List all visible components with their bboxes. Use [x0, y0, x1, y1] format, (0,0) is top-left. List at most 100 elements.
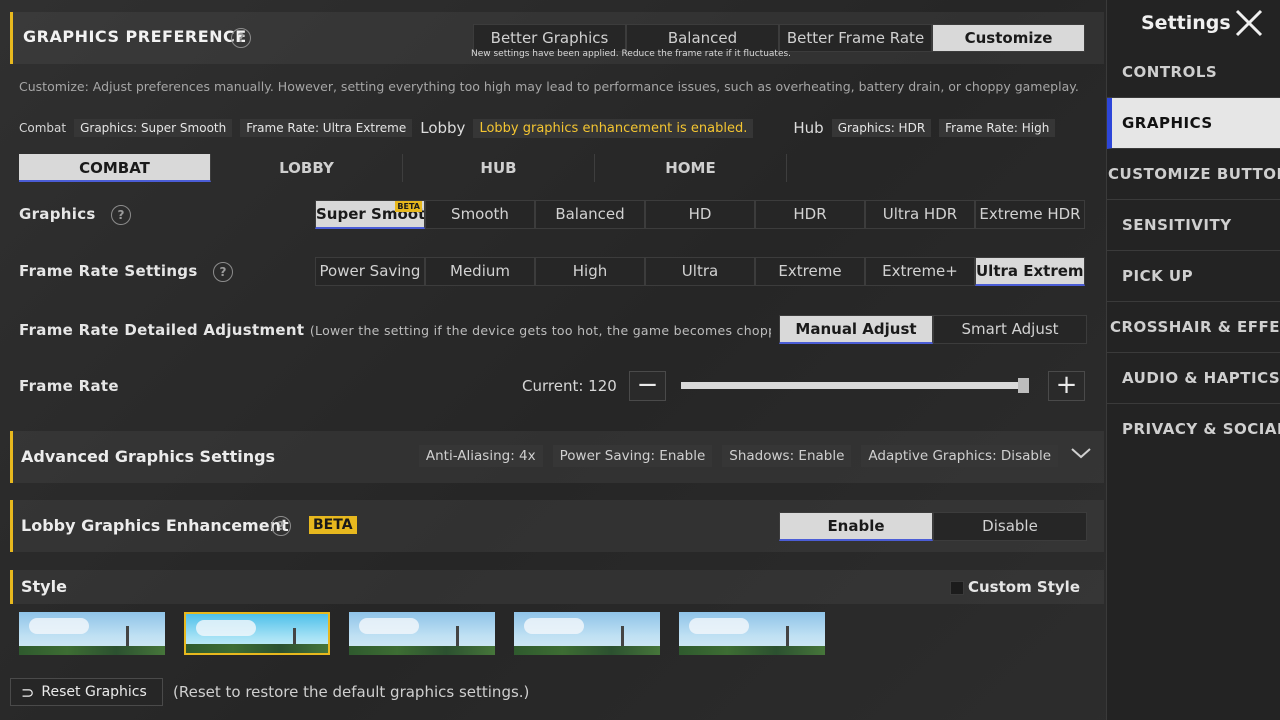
applied-note: New settings have been applied. Reduce t… — [471, 49, 792, 59]
custom-style-checkbox[interactable] — [950, 581, 964, 595]
mode-tabs: COMBAT LOBBY HUB HOME — [19, 154, 787, 182]
tab-better-graphics[interactable]: Better Graphics — [473, 24, 626, 52]
style-bar: Style Custom Style — [10, 570, 1104, 604]
frame-rate-settings-row-label: Frame Rate Settings ? — [19, 262, 234, 282]
graphics-option-ultra-hdr[interactable]: Ultra HDR — [865, 200, 975, 229]
tab-lobby[interactable]: LOBBY — [211, 154, 403, 182]
frame-rate-decrease-button[interactable]: − — [629, 371, 666, 401]
sidebar-item-customize-buttons[interactable]: CUSTOMIZE BUTTONS — [1107, 149, 1280, 200]
customize-description: Customize: Adjust preferences manually. … — [19, 79, 1079, 94]
sidebar-item-pick-up[interactable]: PICK UP — [1107, 251, 1280, 302]
sidebar-item-crosshair-effects[interactable]: CROSSHAIR & EFFECTS — [1107, 302, 1280, 353]
tab-home[interactable]: HOME — [595, 154, 787, 182]
help-icon[interactable]: ? — [111, 205, 132, 225]
detailed-adjustment-note: (Lower the setting if the device gets to… — [309, 323, 771, 338]
frame-rate-settings-label: Frame Rate Settings — [19, 262, 198, 280]
sidebar-item-privacy-social[interactable]: PRIVACY & SOCIAL — [1107, 404, 1280, 455]
sidebar-item-sensitivity[interactable]: SENSITIVITY — [1107, 200, 1280, 251]
sidebar-item-graphics[interactable]: GRAPHICS — [1107, 98, 1280, 149]
tab-combat[interactable]: COMBAT — [19, 154, 211, 182]
chip-power-saving: Power Saving: Enable — [552, 445, 713, 467]
graphics-option-hdr[interactable]: HDR — [755, 200, 865, 229]
tab-better-frame-rate[interactable]: Better Frame Rate — [779, 24, 932, 52]
sidebar-item-controls[interactable]: CONTROLS — [1107, 47, 1280, 98]
summary-hub-frame: Frame Rate: High — [939, 119, 1056, 137]
tab-customize[interactable]: Customize — [932, 24, 1085, 52]
frame-rate-slider-fill — [681, 382, 1029, 389]
help-icon[interactable]: ? — [213, 262, 234, 282]
help-icon[interactable]: ? — [271, 516, 291, 536]
frame-rate-increase-button[interactable]: + — [1048, 371, 1085, 401]
settings-title: Settings — [1141, 12, 1231, 34]
summary-lobby-status: Lobby graphics enhancement is enabled. — [473, 118, 754, 138]
summary-combat-frame: Frame Rate: Ultra Extreme — [240, 119, 413, 137]
help-icon[interactable]: ? — [231, 28, 251, 48]
style-thumbnail[interactable] — [349, 612, 495, 655]
frame-rate-slider[interactable] — [681, 378, 1029, 393]
graphics-option-hd[interactable]: HD — [645, 200, 755, 229]
frame-option-medium[interactable]: Medium — [425, 257, 535, 286]
chip-adaptive-graphics: Adaptive Graphics: Disable — [861, 445, 1058, 467]
graphics-settings-panel: GRAPHICS PREFERENCE ? Better Graphics Ba… — [0, 0, 1105, 720]
beta-tag: BETA — [395, 201, 422, 212]
settings-nav: CONTROLS GRAPHICS CUSTOMIZE BUTTONS SENS… — [1107, 47, 1280, 455]
reset-graphics-button[interactable]: ⊃ Reset Graphics — [10, 678, 163, 706]
advanced-graphics-bar[interactable]: Advanced Graphics Settings Anti-Aliasing… — [10, 431, 1104, 483]
settings-summary: Combat Graphics: Super Smooth Frame Rate… — [19, 118, 1063, 138]
frame-rate-label: Frame Rate — [19, 377, 119, 395]
smart-adjust-button[interactable]: Smart Adjust — [933, 315, 1087, 344]
style-thumbnails — [19, 612, 844, 655]
frame-option-high[interactable]: High — [535, 257, 645, 286]
chip-shadows: Shadows: Enable — [722, 445, 852, 467]
detailed-adjustment-label: Frame Rate Detailed Adjustment — [19, 321, 305, 339]
frame-option-ultra[interactable]: Ultra — [645, 257, 755, 286]
style-thumbnail-selected[interactable] — [184, 612, 330, 655]
detailed-adjustment-row: Frame Rate Detailed Adjustment (Lower th… — [19, 321, 771, 339]
graphics-option-super-smooth[interactable]: Super Smooth BETA — [315, 200, 425, 229]
reset-arrow-icon: ⊃ — [21, 682, 35, 702]
lobby-enhancement-title: Lobby Graphics Enhancement — [21, 516, 289, 535]
frame-rate-slider-thumb[interactable] — [1018, 378, 1029, 393]
frame-option-ultra-extreme[interactable]: Ultra Extreme — [975, 257, 1085, 286]
frame-rate-current: Current: 120 — [522, 377, 617, 395]
summary-combat-label: Combat — [19, 121, 67, 135]
graphics-option-smooth[interactable]: Smooth — [425, 200, 535, 229]
beta-badge: BETA — [309, 516, 357, 534]
graphics-preference-title: GRAPHICS PREFERENCE — [23, 27, 247, 46]
summary-combat-graphics: Graphics: Super Smooth — [74, 119, 233, 137]
chip-anti-aliasing: Anti-Aliasing: 4x — [418, 445, 543, 467]
style-thumbnail[interactable] — [19, 612, 165, 655]
summary-hub-label: Hub — [793, 119, 824, 137]
preference-tabs: Better Graphics Balanced Better Frame Ra… — [473, 24, 1085, 52]
summary-hub-graphics: Graphics: HDR — [831, 119, 932, 137]
custom-style-label[interactable]: Custom Style — [968, 578, 1080, 596]
chevron-down-icon[interactable] — [1070, 445, 1092, 461]
frame-option-extreme-plus[interactable]: Extreme+ — [865, 257, 975, 286]
reset-note: (Reset to restore the default graphics s… — [173, 683, 530, 701]
style-title: Style — [21, 577, 67, 596]
reset-graphics-label: Reset Graphics — [41, 684, 147, 700]
summary-lobby-label: Lobby — [420, 119, 466, 137]
lobby-enhancement-options: Enable Disable — [779, 512, 1087, 541]
style-thumbnail[interactable] — [679, 612, 825, 655]
advanced-graphics-title: Advanced Graphics Settings — [21, 447, 276, 466]
frame-rate-options: Power Saving Medium High Ultra Extreme E… — [315, 257, 1085, 286]
frame-option-power-saving[interactable]: Power Saving — [315, 257, 425, 286]
style-thumbnail[interactable] — [514, 612, 660, 655]
graphics-options: Super Smooth BETA Smooth Balanced HD HDR… — [315, 200, 1085, 229]
manual-adjust-button[interactable]: Manual Adjust — [779, 315, 933, 344]
frame-option-extreme[interactable]: Extreme — [755, 257, 865, 286]
disable-button[interactable]: Disable — [933, 512, 1087, 541]
enable-button[interactable]: Enable — [779, 512, 933, 541]
close-icon[interactable] — [1233, 8, 1265, 38]
tab-hub[interactable]: HUB — [403, 154, 595, 182]
advanced-chips: Anti-Aliasing: 4x Power Saving: Enable S… — [409, 445, 1058, 467]
graphics-label: Graphics — [19, 205, 96, 223]
tab-balanced[interactable]: Balanced — [626, 24, 779, 52]
graphics-option-balanced[interactable]: Balanced — [535, 200, 645, 229]
graphics-row-label: Graphics ? — [19, 205, 132, 225]
graphics-option-extreme-hdr[interactable]: Extreme HDR — [975, 200, 1085, 229]
adjust-mode-options: Manual Adjust Smart Adjust — [779, 315, 1087, 344]
sidebar-item-audio-haptics[interactable]: AUDIO & HAPTICS — [1107, 353, 1280, 404]
settings-sidebar: Settings CONTROLS GRAPHICS CUSTOMIZE BUT… — [1106, 0, 1280, 720]
